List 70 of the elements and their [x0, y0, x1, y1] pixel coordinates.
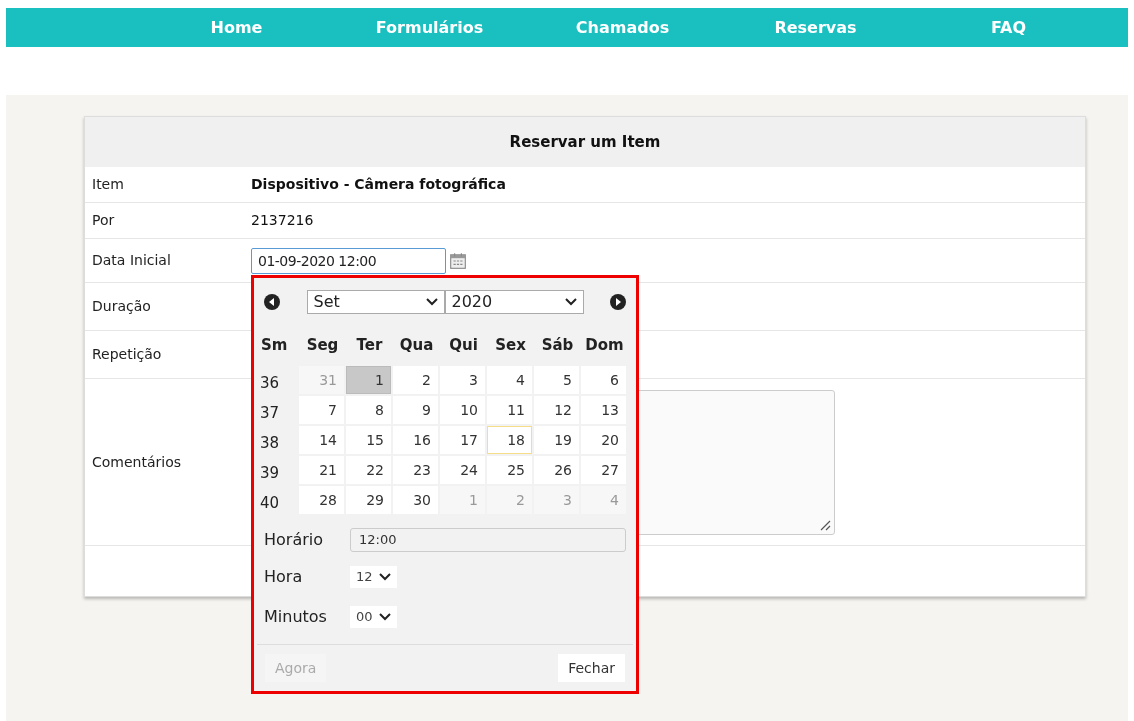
- weekday-header: Qui: [448, 334, 479, 356]
- weekday-header: Sm: [260, 334, 289, 356]
- field-label: Data Inicial: [91, 251, 172, 270]
- day-cell[interactable]: 19: [534, 426, 579, 454]
- week-number: 36: [259, 373, 281, 394]
- day-cell[interactable]: 24: [440, 456, 485, 484]
- week-number: 38: [259, 433, 281, 454]
- field-label: Item: [91, 175, 125, 194]
- day-cell[interactable]: 21: [299, 456, 344, 484]
- day-cell[interactable]: 22: [346, 456, 391, 484]
- date-input-field[interactable]: 01-09-2020 12:00: [251, 247, 446, 274]
- day-cell[interactable]: 13: [581, 396, 626, 424]
- day-cell[interactable]: 5: [534, 366, 579, 394]
- day-cell[interactable]: 14: [299, 426, 344, 454]
- calendar-icon[interactable]: [449, 251, 467, 270]
- day-cell[interactable]: 1: [346, 366, 391, 394]
- weekday-header: Dom: [584, 334, 625, 356]
- day-cell[interactable]: 8: [346, 396, 391, 424]
- field-value: Dispositivo - Câmera fotográfica: [251, 175, 506, 194]
- time-label: Horário: [264, 529, 324, 551]
- previous-month-button[interactable]: [264, 294, 280, 310]
- time-field: 12:00: [350, 528, 626, 552]
- weekday-header: Sex: [494, 334, 527, 356]
- day-cell[interactable]: 29: [346, 486, 391, 514]
- hour-select[interactable]: 12: [350, 566, 397, 588]
- next-month-button[interactable]: [610, 294, 626, 310]
- week-number: 40: [259, 493, 281, 514]
- weekday-header: Ter: [355, 334, 384, 356]
- week-number: 39: [259, 463, 281, 484]
- field-label: Comentários: [91, 452, 183, 472]
- week-number: 37: [259, 403, 281, 424]
- field-label: Por: [91, 211, 116, 230]
- day-cell[interactable]: 4: [487, 366, 532, 394]
- day-cell[interactable]: 25: [487, 456, 532, 484]
- hour-label: Hora: [264, 566, 304, 588]
- day-cell[interactable]: 15: [346, 426, 391, 454]
- day-cell[interactable]: 23: [393, 456, 438, 484]
- chevron-down-icon: [378, 613, 391, 621]
- month-select[interactable]: Set: [306, 290, 445, 314]
- weekday-header: Qua: [398, 334, 435, 356]
- close-button[interactable]: Fechar: [558, 654, 625, 682]
- year-select[interactable]: 2020: [444, 290, 584, 314]
- chevron-down-icon: [564, 298, 577, 306]
- day-cell[interactable]: 16: [393, 426, 438, 454]
- day-cell[interactable]: 18: [487, 426, 532, 454]
- day-cell[interactable]: 11: [487, 396, 532, 424]
- day-cell[interactable]: 28: [299, 486, 344, 514]
- field-label: Duração: [91, 297, 152, 316]
- day-cell[interactable]: 26: [534, 456, 579, 484]
- minutes-label: Minutos: [264, 606, 328, 628]
- day-cell[interactable]: 12: [534, 396, 579, 424]
- form-title: Reservar um Item: [509, 131, 661, 153]
- day-cell[interactable]: 17: [440, 426, 485, 454]
- field-label: Repetição: [91, 345, 163, 364]
- resize-handle-icon: [819, 518, 831, 531]
- day-cell[interactable]: 30: [393, 486, 438, 514]
- day-cell[interactable]: 10: [440, 396, 485, 424]
- day-cell[interactable]: 7: [299, 396, 344, 424]
- day-cell[interactable]: 3: [440, 366, 485, 394]
- day-cell[interactable]: 27: [581, 456, 626, 484]
- field-value: 2137216: [251, 211, 314, 230]
- day-cell[interactable]: 6: [581, 366, 626, 394]
- day-cell[interactable]: 20: [581, 426, 626, 454]
- weekday-header: Seg: [305, 334, 340, 356]
- day-cell[interactable]: 9: [393, 396, 438, 424]
- chevron-down-icon: [378, 573, 391, 581]
- weekday-header: Sáb: [540, 334, 575, 356]
- chevron-down-icon: [425, 298, 438, 306]
- minutes-select[interactable]: 00: [350, 606, 397, 628]
- day-cell[interactable]: 2: [393, 366, 438, 394]
